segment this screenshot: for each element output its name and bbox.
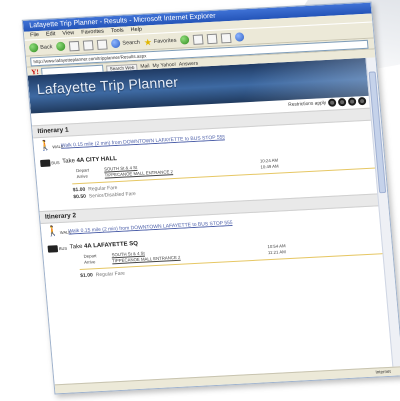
media-icon[interactable] [180,35,190,45]
menu-file[interactable]: File [30,31,40,39]
fare-price: $1.00 [72,186,86,194]
favorites-label: Favorites [153,37,177,45]
take-route: Take 4A LAFAYETTE SQ [70,241,139,251]
menu-favorites[interactable]: Favorites [81,28,104,37]
arrive-time: 10:49 AM [260,163,279,170]
menu-tools[interactable]: Tools [111,27,125,36]
walking-person-icon: 🚶 [38,140,52,153]
depart-time: 10:54 AM [267,243,286,250]
page-title: Lafayette Trip Planner [36,73,179,98]
back-button[interactable]: Back [28,42,53,53]
depart-time: 10:24 AM [259,157,279,164]
walk-mode: 🚶 WALK [38,140,63,153]
menu-view[interactable]: View [62,29,75,38]
fare-price: $0.50 [73,193,87,201]
stop-icon[interactable] [68,40,80,51]
bus-icon [39,159,51,167]
screenshot-scene: Lafayette Trip Planner - Results - Micro… [0,0,400,401]
menu-help[interactable]: Help [130,26,142,35]
back-label: Back [39,43,53,51]
search-button[interactable]: Search [111,38,141,49]
route-name[interactable]: 4A CITY HALL [76,156,117,164]
refresh-icon[interactable] [82,39,94,51]
banner-decoration [240,57,370,103]
bus-mode-label: BUS [51,159,60,165]
arrive-time: 11:21 AM [267,249,287,256]
route-name[interactable]: 4A LAFAYETTE SQ [84,241,138,250]
map-button-icon[interactable] [347,97,357,106]
help-button-icon[interactable] [357,96,367,106]
browser-window: Lafayette Trip Planner - Results - Micro… [21,1,400,395]
take-prefix: Take [62,158,76,165]
page-content: Lafayette Trip Planner Restrictions appl… [27,57,394,386]
favorites-button[interactable]: ★ Favorites [143,36,177,47]
back-arrow-icon [28,43,39,53]
walking-person-icon: 🚶 [45,226,60,238]
messenger-icon[interactable] [235,32,245,42]
edit-icon[interactable] [221,32,232,43]
fare-price: $1.00 [80,272,94,279]
print-icon[interactable] [207,33,218,44]
bus-mode: BUS [47,244,70,253]
search-icon [111,38,121,49]
favorites-star-icon: ★ [143,36,153,47]
bus-mode-label: BUS [58,245,68,251]
take-prefix: Take [69,243,83,251]
status-zone-text: Internet [375,368,392,375]
arrive-label: Arrive [76,173,89,180]
bus-mode: BUS [39,158,63,167]
forward-arrow-icon[interactable] [56,41,66,52]
print-button-icon[interactable] [327,98,337,107]
walk-mode: 🚶 WALK [45,226,71,238]
search-label: Search [122,39,141,47]
itinerary-2: Itinerary 2 🚶 WALK Walk 0.15 mile (2 min… [39,193,385,280]
mail-icon[interactable] [193,33,204,45]
home-icon[interactable] [96,38,108,50]
bus-icon [47,244,59,253]
take-route: Take 4A CITY HALL [62,156,117,165]
email-button-icon[interactable] [337,97,347,107]
arrive-label: Arrive [83,259,96,265]
fare-type: Regular Fare [95,270,126,279]
restrictions-label: Restrictions apply [288,100,327,108]
menu-edit[interactable]: Edit [46,30,56,38]
